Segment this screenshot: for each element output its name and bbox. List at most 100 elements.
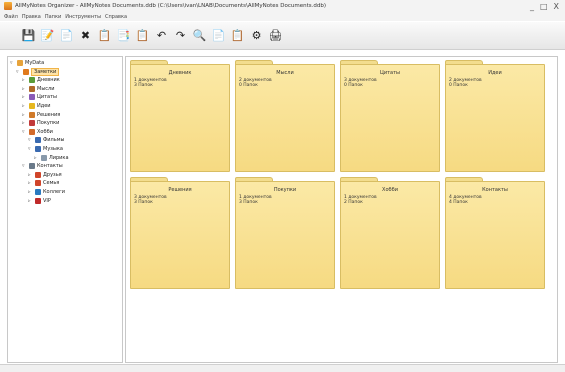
folder-icon	[29, 128, 35, 135]
cut-icon: 📋	[97, 29, 112, 42]
folder-title: Решения	[168, 187, 192, 193]
collapse-arrow-icon[interactable]: ▿	[10, 60, 15, 66]
tree-item[interactable]: ▹ Дневник	[22, 76, 60, 84]
tree-item[interactable]: ▹ Коллеги	[28, 188, 65, 196]
tree-item-label: Семья	[43, 180, 60, 187]
tree-item[interactable]: ▹ Покупки	[22, 119, 59, 127]
print-button[interactable]: 🖨	[269, 29, 283, 42]
tree-item[interactable]: ▿ Хобби	[22, 128, 53, 136]
folder-card[interactable]: Хобби 1 документов 2 Папок	[340, 177, 440, 289]
tree-item[interactable]: ▹ Друзья	[28, 171, 62, 179]
tree-item[interactable]: ▹ Идеи	[22, 102, 51, 110]
delete-button[interactable]: ✖	[79, 29, 92, 42]
expand-arrow-icon[interactable]: ▹	[22, 86, 27, 92]
minimize-button[interactable]: _	[530, 2, 534, 11]
search-button[interactable]: 🔍	[193, 29, 207, 42]
collapse-arrow-icon[interactable]: ▿	[22, 163, 27, 169]
app-logo-icon	[4, 2, 12, 10]
undo-button[interactable]: ↶	[155, 29, 168, 42]
settings-button[interactable]: ⚙	[250, 29, 263, 42]
tree-item[interactable]: ▿ MyData	[10, 59, 44, 67]
tree-item[interactable]: ▹ Цитаты	[22, 93, 57, 101]
folder-card[interactable]: Покупки 1 документов 3 Папок	[235, 177, 335, 289]
tree-item[interactable]: ▹ Мысли	[22, 85, 54, 93]
save-button[interactable]: 💾	[21, 29, 36, 42]
expand-arrow-icon[interactable]: ▹	[34, 155, 39, 161]
folder-subfolder-count: 3 Папок	[134, 200, 153, 205]
folder-subfolder-count: 4 Папок	[449, 200, 468, 205]
folder-icon	[29, 111, 35, 118]
paste-button[interactable]: 📋	[136, 29, 150, 42]
collapse-arrow-icon[interactable]: ▿	[16, 69, 21, 75]
format-button[interactable]: 📄	[211, 29, 226, 42]
window-controls: _ □ X	[530, 2, 559, 11]
expand-arrow-icon[interactable]: ▹	[22, 94, 27, 100]
tree-item-label: VIP	[43, 197, 51, 204]
folder-icon	[23, 68, 29, 75]
tree-item[interactable]: ▹ Решения	[22, 111, 60, 119]
tree-item[interactable]: ▹ Лирика	[34, 154, 69, 162]
toolbar: 💾 📝 📄 ✖ 📋 📑 📋 ↶ ↷ 🔍 📄 📋 ⚙ 🖨	[0, 22, 565, 50]
tree-item-label: Идеи	[37, 103, 51, 109]
expand-arrow-icon[interactable]: ▹	[22, 112, 27, 118]
collapse-arrow-icon[interactable]: ▿	[28, 146, 33, 152]
menu-tools[interactable]: Инструменты	[65, 14, 101, 20]
tree-item[interactable]: ▿ Музыка	[28, 145, 63, 153]
folder-icon	[35, 171, 41, 178]
menu-help[interactable]: Справка	[105, 14, 127, 20]
redo-icon: ↷	[175, 29, 186, 42]
folder-body: Мысли 2 документов 0 Папок	[235, 64, 335, 172]
folder-card[interactable]: Решения 3 документов 3 Папок	[130, 177, 230, 289]
collapse-arrow-icon[interactable]: ▿	[22, 129, 27, 135]
expand-arrow-icon[interactable]: ▹	[28, 189, 33, 195]
folder-card[interactable]: Мысли 2 документов 0 Папок	[235, 60, 335, 172]
folder-title: Идеи	[488, 70, 502, 76]
tree-item[interactable]: ▿ Фильмы	[28, 136, 64, 144]
menu-file[interactable]: Файл	[4, 14, 18, 20]
tree-item[interactable]: ▹ Семья	[28, 179, 59, 187]
folder-card[interactable]: Дневник 1 документов 3 Папок	[130, 60, 230, 172]
collapse-arrow-icon[interactable]: ▿	[28, 137, 33, 143]
tree-item-label: Дневник	[37, 77, 60, 84]
folder-subfolder-count: 0 Папок	[344, 83, 363, 88]
tree-item-label: Решения	[37, 111, 61, 118]
tree-item-label: Мысли	[37, 85, 55, 92]
folder-icon	[35, 189, 41, 195]
close-button[interactable]: X	[554, 2, 559, 11]
delete-icon: ✖	[80, 29, 91, 42]
cut-button[interactable]: 📋	[97, 29, 112, 42]
save-icon: 💾	[21, 29, 36, 42]
format-icon: 📄	[211, 29, 226, 42]
copy-button[interactable]: 📑	[117, 29, 131, 42]
tree-item[interactable]: ▹ VIP	[28, 197, 51, 205]
folder-icon	[29, 163, 35, 170]
tree-item[interactable]: ▿ Заметки	[16, 67, 60, 76]
expand-arrow-icon[interactable]: ▹	[28, 198, 33, 204]
folder-card[interactable]: Контакты 4 документов 4 Папок	[445, 177, 545, 289]
folder-card[interactable]: Идеи 2 документов 0 Папок	[445, 60, 545, 172]
folder-card[interactable]: Цитаты 3 документов 0 Папок	[340, 60, 440, 172]
new-note-button[interactable]: 📝	[41, 29, 55, 42]
expand-arrow-icon[interactable]: ▹	[22, 77, 27, 83]
folder-subfolder-count: 3 Папок	[239, 200, 258, 205]
expand-arrow-icon[interactable]: ▹	[22, 103, 27, 109]
folder-icon	[35, 146, 41, 152]
expand-arrow-icon[interactable]: ▹	[28, 172, 33, 178]
clipboard-icon: 📋	[230, 29, 245, 42]
expand-arrow-icon[interactable]: ▹	[22, 120, 27, 126]
folder-title: Контакты	[482, 187, 508, 193]
tree-item[interactable]: ▿ Контакты	[22, 162, 63, 170]
tree-item-label: Контакты	[37, 163, 63, 170]
menu-folders[interactable]: Папки	[45, 14, 61, 20]
expand-arrow-icon[interactable]: ▹	[28, 180, 33, 186]
menu-edit[interactable]: Правка	[22, 14, 41, 20]
maximize-button[interactable]: □	[540, 2, 548, 11]
clipboard-button[interactable]: 📋	[230, 29, 245, 42]
new-folder-icon: 📄	[59, 29, 74, 42]
folder-tree: ▿ MyData ▿ Заметки ▹ Дневник ▹ Мысли ▹ Цитаты ▹ Иде…	[7, 56, 123, 363]
redo-button[interactable]: ↷	[174, 29, 187, 42]
new-folder-button[interactable]: 📄	[59, 29, 74, 42]
tree-item-label: Покупки	[37, 120, 60, 127]
title-bar: AllMyNotes Organizer - AllMyNotes Docume…	[0, 0, 565, 12]
folder-subfolder-count: 0 Папок	[449, 83, 468, 88]
